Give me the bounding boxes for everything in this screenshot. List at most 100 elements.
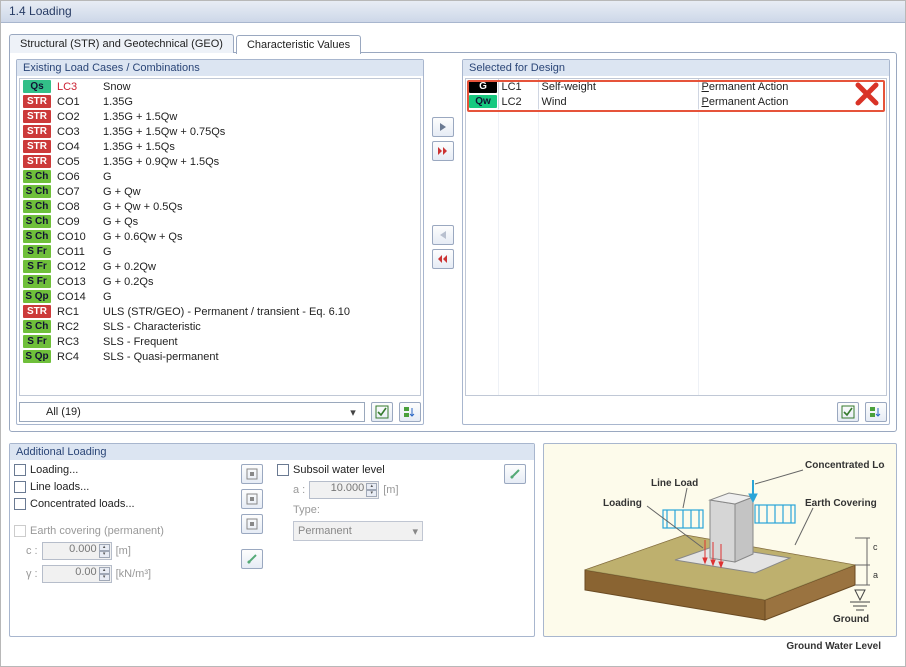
tab-str-geo[interactable]: Structural (STR) and Geotechnical (GEO)	[9, 34, 234, 53]
selected-list[interactable]: GLC1Self-weightPermanent ActionQwLC2Wind…	[465, 78, 887, 396]
list-item-empty	[466, 109, 886, 124]
gamma-input[interactable]: 0.00▴▾	[42, 565, 112, 583]
loading-checkbox[interactable]	[14, 464, 26, 476]
chevron-down-icon: ▾	[346, 406, 360, 419]
additional-loading-title: Additional Loading	[10, 444, 534, 460]
edit-subsoil-button[interactable]	[504, 464, 526, 484]
c-label: c :	[26, 545, 38, 557]
edit-loading-button[interactable]	[241, 464, 263, 484]
illus-gwl-label: Ground Water Level	[786, 641, 881, 652]
c-input[interactable]: 0.000▴▾	[42, 542, 112, 560]
subsoil-checkbox[interactable]	[277, 464, 289, 476]
list-item-empty	[466, 364, 886, 379]
list-item[interactable]: STRRC1ULS (STR/GEO) - Permanent / transi…	[20, 304, 420, 319]
line-loads-checkbox[interactable]	[14, 481, 26, 493]
a-unit: [m]	[383, 484, 398, 496]
list-item[interactable]: S ChCO8G + Qw + 0.5Qs	[20, 199, 420, 214]
edit-earth-covering-button[interactable]	[241, 549, 263, 569]
sort-selected-button[interactable]	[865, 402, 887, 422]
select-all-selected-button[interactable]	[837, 402, 859, 422]
tab-characteristic-values[interactable]: Characteristic Values	[236, 35, 361, 54]
existing-load-cases-group: Existing Load Cases / Combinations QsLC3…	[16, 59, 424, 425]
list-item-empty	[466, 199, 886, 214]
illus-earth-cov-label: Earth Covering	[805, 498, 877, 509]
existing-list[interactable]: QsLC3SnowSTRCO11.35GSTRCO21.35G + 1.5QwS…	[19, 78, 421, 396]
list-item[interactable]: S ChCO6G	[20, 169, 420, 184]
remove-one-button[interactable]	[432, 225, 454, 245]
add-one-button[interactable]	[432, 117, 454, 137]
list-item-empty	[466, 244, 886, 259]
list-item[interactable]: STRCO51.35G + 0.9Qw + 1.5Qs	[20, 154, 420, 169]
illus-conc-load-label: Concentrated Load	[805, 460, 885, 471]
loading-label: Loading...	[30, 464, 78, 476]
loading-window: 1.4 Loading Structural (STR) and Geotech…	[0, 0, 906, 667]
type-select[interactable]: Permanent▾	[293, 521, 423, 541]
sort-existing-button[interactable]	[399, 402, 421, 422]
filter-dropdown-text: All (19)	[46, 406, 346, 418]
list-item-empty	[466, 169, 886, 184]
list-item[interactable]: S FrRC3SLS - Frequent	[20, 334, 420, 349]
list-item[interactable]: STRCO31.35G + 1.5Qw + 0.75Qs	[20, 124, 420, 139]
a-input[interactable]: 10.000▴▾	[309, 481, 379, 499]
list-item[interactable]: STRCO11.35G	[20, 94, 420, 109]
illus-loading-label: Loading	[603, 498, 642, 509]
list-item[interactable]: S FrCO13G + 0.2Qs	[20, 274, 420, 289]
existing-group-title: Existing Load Cases / Combinations	[17, 60, 423, 76]
tab-page-characteristic: Existing Load Cases / Combinations QsLC3…	[9, 52, 897, 432]
conc-loads-checkbox[interactable]	[14, 498, 26, 510]
list-item[interactable]: QsLC3Snow	[20, 79, 420, 94]
type-label: Type:	[293, 504, 320, 516]
earth-covering-checkbox[interactable]	[14, 525, 26, 537]
earth-covering-label: Earth covering (permanent)	[30, 525, 164, 537]
remove-all-button[interactable]	[432, 249, 454, 269]
filter-dropdown[interactable]: All (19) ▾	[19, 402, 365, 422]
list-item[interactable]: S ChCO10G + 0.6Qw + Qs	[20, 229, 420, 244]
list-item-empty	[466, 304, 886, 319]
move-buttons-column	[430, 59, 456, 425]
list-item[interactable]: S ChCO7G + Qw	[20, 184, 420, 199]
add-all-button[interactable]	[432, 141, 454, 161]
list-item[interactable]: S QpRC4SLS - Quasi-permanent	[20, 349, 420, 364]
content-area: Structural (STR) and Geotechnical (GEO) …	[1, 23, 905, 645]
c-unit: [m]	[116, 545, 131, 557]
list-item-empty	[466, 274, 886, 289]
list-item[interactable]: S ChCO9G + Qs	[20, 214, 420, 229]
list-item-empty	[466, 379, 886, 394]
gamma-label: γ :	[26, 568, 38, 580]
selected-for-design-group: Selected for Design GLC1Self-weightPerma…	[462, 59, 890, 425]
list-item-empty	[466, 289, 886, 304]
list-item-empty	[466, 334, 886, 349]
edit-line-loads-button[interactable]	[241, 489, 263, 509]
tab-strip: Structural (STR) and Geotechnical (GEO) …	[9, 31, 897, 53]
list-item-empty	[466, 184, 886, 199]
list-item-empty	[466, 154, 886, 169]
line-loads-label: Line loads...	[30, 481, 89, 493]
select-all-existing-button[interactable]	[371, 402, 393, 422]
illus-c-label: c	[873, 542, 878, 552]
window-title: 1.4 Loading	[1, 1, 905, 23]
list-item[interactable]: STRCO21.35G + 1.5Qw	[20, 109, 420, 124]
subsoil-label: Subsoil water level	[293, 464, 385, 476]
list-item[interactable]: STRCO41.35G + 1.5Qs	[20, 139, 420, 154]
illustration-panel: Concentrated Load Line Load Loading Eart…	[543, 443, 897, 637]
selected-group-title: Selected for Design	[463, 60, 889, 76]
list-item[interactable]: QwLC2WindPermanent Action	[466, 94, 886, 109]
list-item[interactable]: S FrCO12G + 0.2Qw	[20, 259, 420, 274]
list-item-empty	[466, 214, 886, 229]
list-item-empty	[466, 394, 886, 396]
chevron-down-icon: ▾	[412, 525, 418, 538]
illus-a-label: a	[873, 570, 878, 580]
list-item-empty	[466, 259, 886, 274]
conc-loads-label: Concentrated loads...	[30, 498, 135, 510]
list-item[interactable]: S FrCO11G	[20, 244, 420, 259]
a-label: a :	[293, 484, 305, 496]
edit-conc-loads-button[interactable]	[241, 514, 263, 534]
illus-gwl-label1: Ground	[833, 614, 869, 625]
list-item[interactable]: GLC1Self-weightPermanent Action	[466, 79, 886, 94]
list-item-empty	[466, 139, 886, 154]
gamma-unit: [kN/m³]	[116, 568, 151, 580]
list-item[interactable]: S ChRC2SLS - Characteristic	[20, 319, 420, 334]
list-item[interactable]: S QpCO14G	[20, 289, 420, 304]
list-item-empty	[466, 319, 886, 334]
list-item-empty	[466, 124, 886, 139]
